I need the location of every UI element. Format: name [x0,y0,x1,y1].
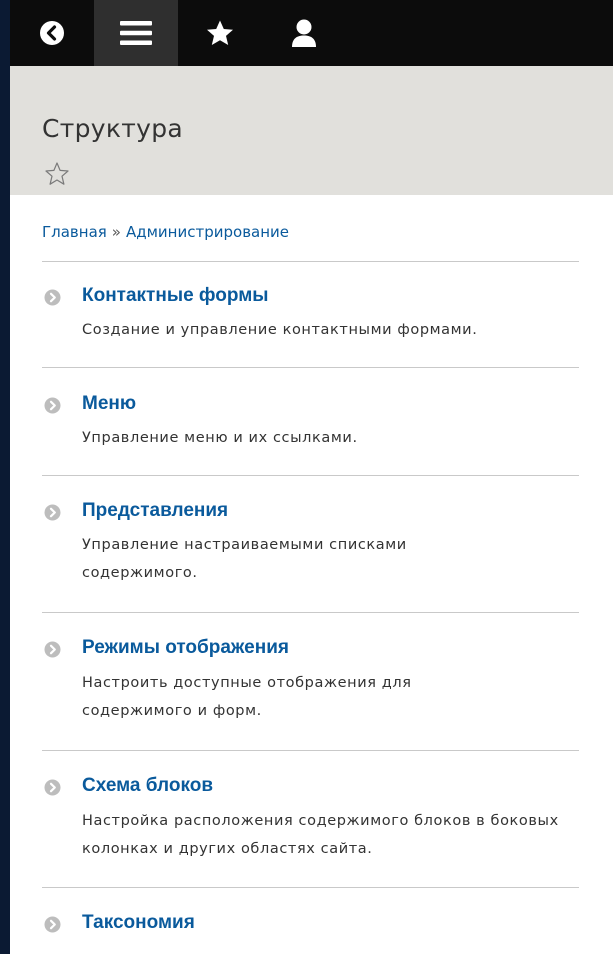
page-header: Структура [10,66,613,195]
item-arrow-icon [44,779,61,796]
item-title-block-layout[interactable]: Схема блоков [82,775,213,797]
item-arrow-icon [44,641,61,658]
item-description: Настройка расположения содержимого блоко… [82,813,559,857]
item-title-contact-forms[interactable]: Контактные формы [82,285,269,307]
item-description: Создание и управление контактными формам… [82,322,478,338]
item-arrow-icon [44,397,61,414]
user-icon [292,19,316,47]
item-arrow-icon [44,504,61,521]
divider [42,261,579,262]
content-panel: Структура Главная» Администрирование Конт… [10,66,613,954]
item-description: Настроить доступные отображения для соде… [82,675,412,719]
user-button[interactable] [262,0,346,66]
item-arrow-icon [44,289,61,306]
menu-button[interactable] [94,0,178,66]
item-description: Управление настраиваемыми списками содер… [82,537,407,581]
item-description: Управление меню и их ссылками. [82,430,358,446]
shortcuts-button[interactable] [178,0,262,66]
item-title-taxonomy[interactable]: Таксономия [82,912,195,934]
add-shortcut-button[interactable] [44,161,70,187]
screen: Структура Главная» Администрирование Конт… [0,0,613,954]
divider [42,887,579,888]
item-title-menu[interactable]: Меню [82,393,136,415]
breadcrumb-home[interactable]: Главная [42,223,107,241]
star-outline-icon [45,162,69,185]
back-button[interactable] [10,0,94,66]
star-icon [207,20,233,45]
admin-toolbar [10,0,613,66]
item-title-display-modes[interactable]: Режимы отображения [82,637,289,659]
item-arrow-icon [44,916,61,933]
breadcrumb-admin[interactable]: Администрирование [126,223,289,241]
item-title-views[interactable]: Представления [82,500,228,522]
divider [42,612,579,613]
divider [42,750,579,751]
breadcrumb: Главная» Администрирование [42,223,289,241]
page-title: Структура [42,114,184,143]
breadcrumb-separator: » [111,223,121,241]
divider [42,367,579,368]
divider [42,475,579,476]
back-icon [40,21,64,45]
menu-icon [120,21,152,45]
